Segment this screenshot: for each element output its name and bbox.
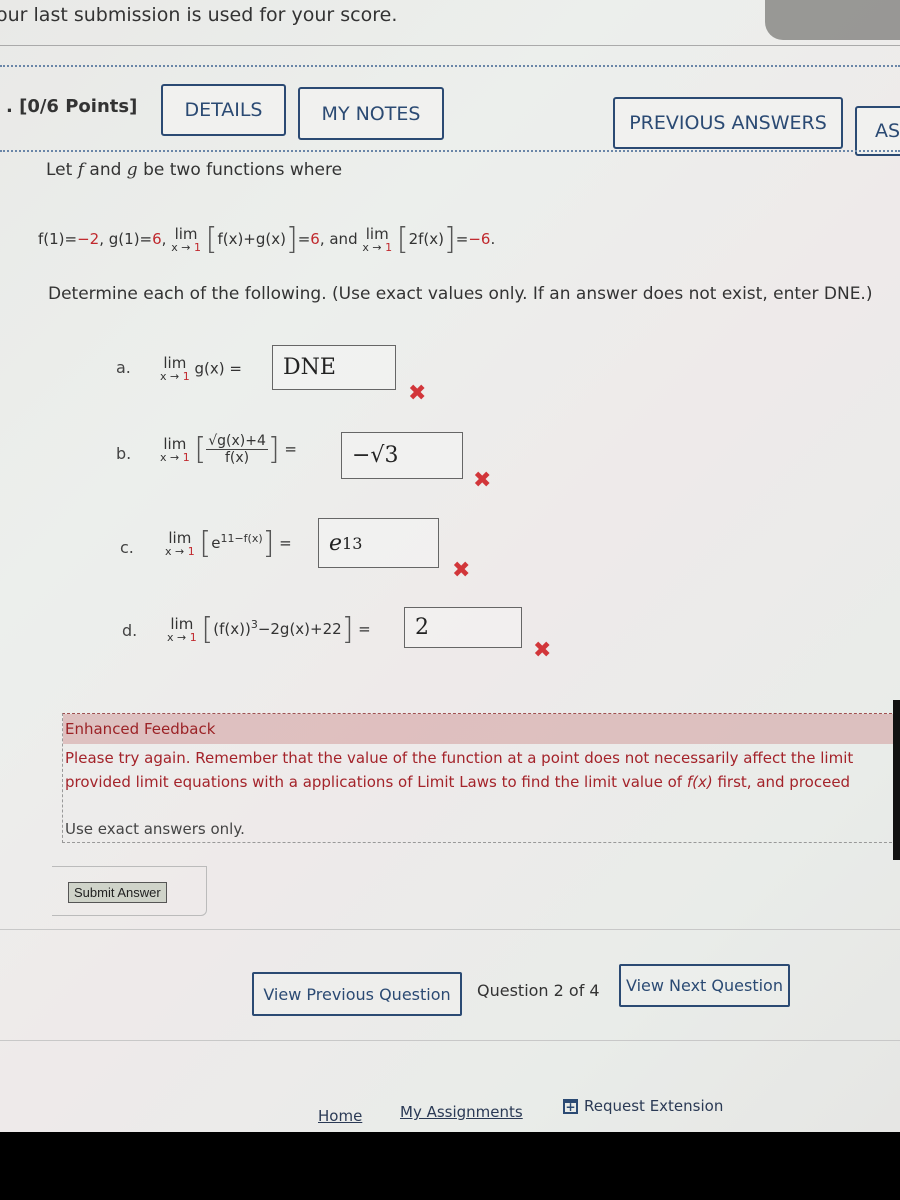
- incorrect-icon: ✖: [473, 468, 492, 493]
- ask-button[interactable]: AS: [855, 106, 900, 156]
- incorrect-icon: ✖: [408, 381, 427, 406]
- my-notes-button[interactable]: MY NOTES: [298, 87, 444, 140]
- submit-answer-button[interactable]: Submit Answer: [68, 882, 167, 903]
- view-previous-question-button[interactable]: View Previous Question: [252, 972, 462, 1016]
- home-link[interactable]: Home: [318, 1107, 362, 1125]
- part-a-expression: lim x → 1 g(x) =: [160, 354, 242, 383]
- part-b-label: b.: [116, 444, 132, 463]
- part-a-label: a.: [116, 358, 131, 377]
- exact-answers-note: Use exact answers only.: [65, 820, 245, 838]
- details-button[interactable]: DETAILS: [161, 84, 286, 136]
- points-label: . [0/6 Points]: [6, 96, 138, 117]
- screen: our last submission is used for your sco…: [0, 0, 900, 1132]
- enhanced-feedback-panel: Enhanced Feedback Please try again. Reme…: [62, 713, 900, 843]
- part-d-label: d.: [122, 621, 138, 640]
- submission-notice: our last submission is used for your sco…: [0, 4, 398, 26]
- limit-notation: lim x → 1: [362, 224, 393, 254]
- question-intro: Let f and g be two functions where: [46, 160, 343, 180]
- part-c-expression: lim x → 1 [e11−f(x)] =: [165, 526, 292, 561]
- feedback-title: Enhanced Feedback: [63, 714, 900, 744]
- dotted-divider: [0, 65, 900, 67]
- question-counter: Question 2 of 4: [477, 981, 600, 1000]
- feedback-text: Please try again. Remember that the valu…: [65, 749, 854, 791]
- part-c-label: c.: [120, 538, 134, 557]
- instructions: Determine each of the following. (Use ex…: [48, 284, 873, 304]
- tape-overlay: [765, 0, 900, 40]
- previous-answers-button[interactable]: PREVIOUS ANSWERS: [613, 97, 843, 149]
- bezel-edge: [893, 700, 900, 860]
- dotted-divider: [0, 150, 900, 152]
- divider: [0, 45, 900, 46]
- view-next-question-button[interactable]: View Next Question: [619, 964, 790, 1007]
- calendar-plus-icon: +: [563, 1098, 578, 1114]
- divider: [0, 929, 900, 930]
- part-b-answer-input[interactable]: −√3: [341, 432, 463, 479]
- limit-notation: lim x → 1: [171, 224, 201, 254]
- part-c-answer-input[interactable]: e 13: [318, 518, 439, 568]
- incorrect-icon: ✖: [533, 638, 552, 663]
- my-assignments-link[interactable]: My Assignments: [400, 1103, 523, 1121]
- part-b-expression: lim x → 1 [√g(x)+4 f(x)] =: [160, 432, 297, 467]
- part-a-answer-input[interactable]: DNE: [272, 345, 396, 390]
- divider: [0, 1040, 900, 1041]
- request-extension-link[interactable]: + Request Extension: [563, 1097, 723, 1115]
- incorrect-icon: ✖: [452, 558, 471, 583]
- part-d-answer-input[interactable]: 2: [404, 607, 522, 648]
- part-d-expression: lim x → 1 [(f(x))3−2g(x)+22] =: [167, 612, 371, 647]
- given-conditions: f(1)=−2, g(1)=6, lim x → 1 [f(x)+g(x)]=6,…: [38, 222, 496, 257]
